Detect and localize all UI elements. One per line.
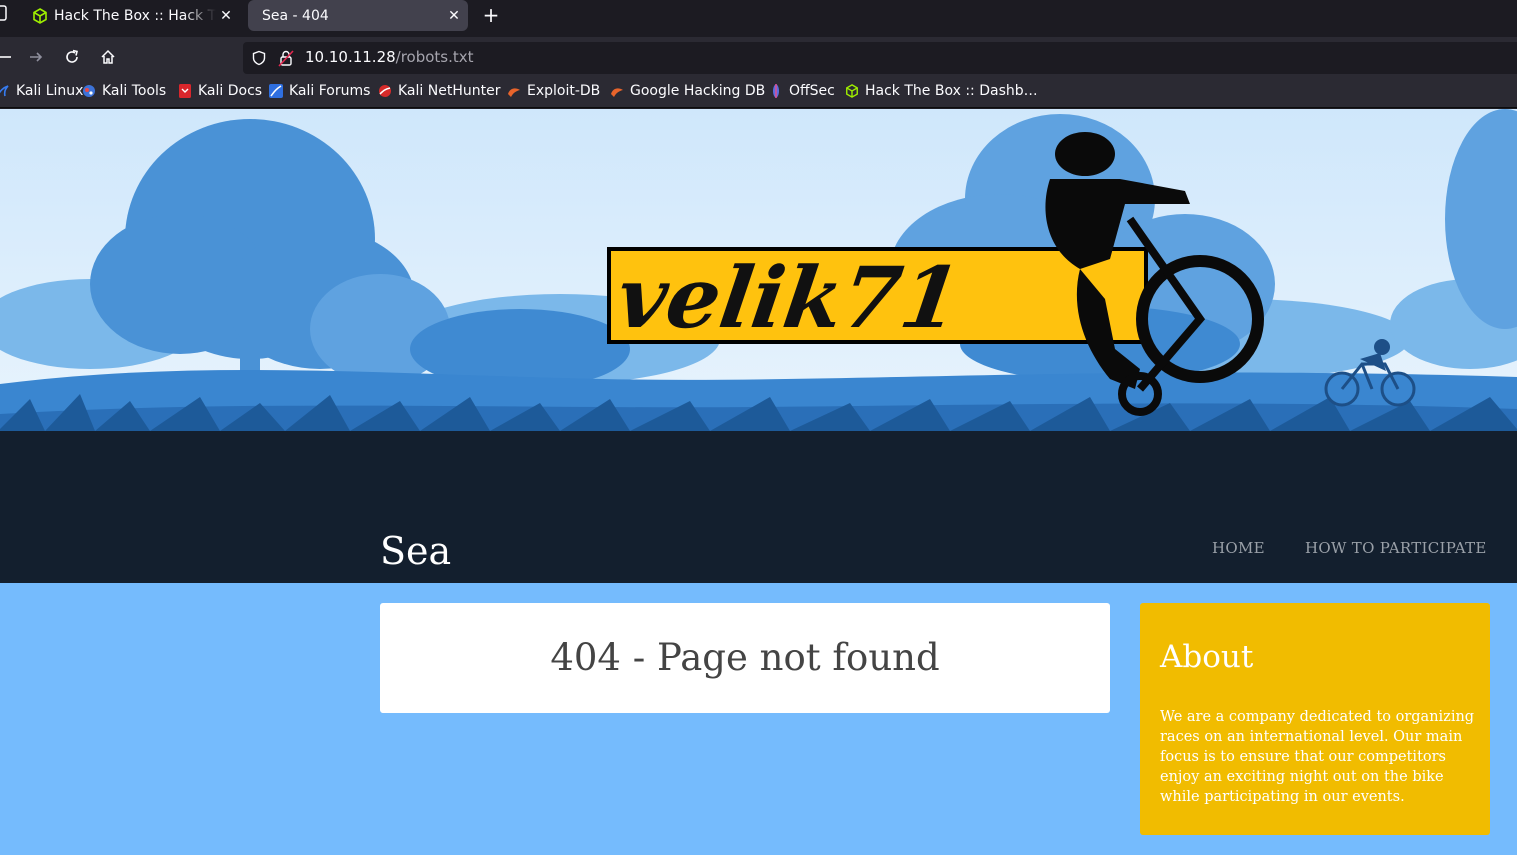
kali-dragon-icon: [0, 85, 9, 97]
bookmark-label: Kali Docs: [198, 83, 263, 99]
bookmark-label: OffSec: [789, 83, 835, 99]
about-sidebar: About We are a company dedicated to orga…: [1140, 603, 1490, 835]
bookmark-label: Kali NetHunter: [398, 83, 501, 99]
insecure-lock-icon[interactable]: [278, 49, 294, 67]
bookmark-label: Kali Tools: [102, 83, 167, 99]
shield-icon[interactable]: [251, 50, 267, 66]
bookmark-google-hacking-db[interactable]: Google Hacking DB: [610, 83, 765, 99]
home-icon[interactable]: [96, 45, 120, 69]
bookmark-kali-docs[interactable]: Kali Docs: [178, 83, 262, 99]
htb-cube-icon: [846, 84, 858, 98]
nav-link-how-to-participate[interactable]: HOW TO PARTICIPATE: [1305, 539, 1487, 557]
bookmark-label: Hack The Box :: Dashb…: [865, 83, 1038, 99]
bookmark-kali-tools[interactable]: Kali Tools: [82, 83, 166, 99]
bookmark-kali-forums[interactable]: Kali Forums: [269, 83, 370, 99]
forward-arrow-icon[interactable]: [24, 45, 48, 69]
kali-nethunter-icon: [379, 85, 391, 97]
ghdb-icon: [611, 88, 623, 97]
tab-hackthebox[interactable]: Hack The Box :: Hack The Box ✕: [22, 0, 240, 31]
bookmark-label: Exploit-DB: [527, 83, 601, 99]
url-text[interactable]: 10.10.11.28/robots.txt: [305, 48, 474, 66]
logo-text: velik71: [612, 248, 967, 347]
about-heading: About: [1160, 639, 1254, 675]
bookmark-label: Kali Forums: [289, 83, 371, 99]
nav-link-home[interactable]: HOME: [1212, 539, 1265, 557]
tab-title: Hack The Box :: Hack The Box: [54, 7, 216, 24]
kali-tools-icon: [83, 85, 95, 97]
tab-overflow-icon[interactable]: [0, 5, 10, 23]
new-tab-plus-icon[interactable]: +: [480, 3, 502, 27]
about-text: We are a company dedicated to organizing…: [1160, 709, 1475, 805]
url-path: /robots.txt: [395, 48, 474, 66]
url-host: 10.10.11.28: [305, 48, 396, 66]
bookmarks-toolbar: Kali Linux Kali Tools Kali Docs Kali For…: [0, 77, 1517, 108]
site-title[interactable]: Sea: [380, 529, 451, 573]
htb-cube-icon: [33, 7, 47, 24]
tab-sea-404[interactable]: Sea - 404 ✕: [248, 0, 468, 31]
bookmark-label: Kali Linux: [16, 83, 84, 99]
page-heading: 404 - Page not found: [550, 636, 940, 679]
bookmark-label: Google Hacking DB: [630, 83, 766, 99]
back-arrow-icon[interactable]: [0, 45, 16, 69]
main-content-card: 404 - Page not found: [380, 603, 1110, 713]
bookmark-kali-linux[interactable]: Kali Linux: [0, 83, 83, 99]
bookmark-offsec[interactable]: OffSec: [769, 83, 835, 99]
header-banner: velik71: [0, 109, 1517, 583]
kali-docs-icon: [179, 84, 191, 98]
web-page: velik71 Sea HOME HOW TO PARTICIPATE 404 …: [0, 109, 1517, 855]
address-bar[interactable]: 10.10.11.28/robots.txt: [243, 42, 1517, 74]
exploit-db-icon: [508, 88, 520, 97]
tab-title: Sea - 404: [262, 7, 329, 24]
navigation-toolbar: 10.10.11.28/robots.txt: [0, 37, 1517, 77]
bookmark-exploit-db[interactable]: Exploit-DB: [507, 83, 600, 99]
close-icon[interactable]: ✕: [216, 8, 236, 24]
bookmark-kali-nethunter[interactable]: Kali NetHunter: [378, 83, 500, 99]
close-icon[interactable]: ✕: [444, 8, 464, 24]
bookmark-hackthebox-dashboard[interactable]: Hack The Box :: Dashb…: [845, 83, 1038, 99]
reload-icon[interactable]: [60, 45, 84, 69]
tab-strip: Hack The Box :: Hack The Box ✕ Sea - 404…: [0, 0, 1517, 37]
kali-forums-icon: [269, 84, 283, 98]
offsec-icon: [773, 84, 779, 98]
